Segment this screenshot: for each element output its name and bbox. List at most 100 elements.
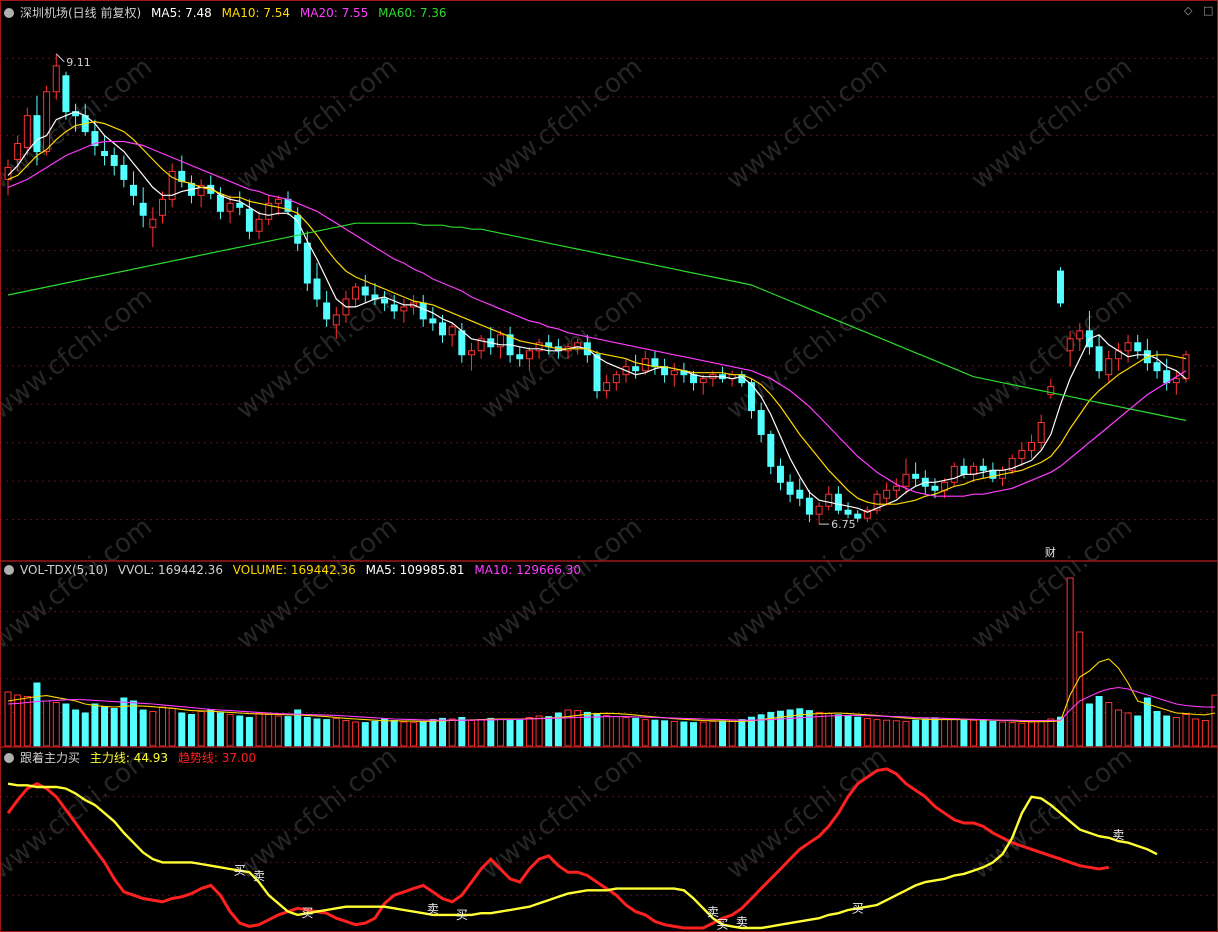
square-icon[interactable]: □ — [1203, 4, 1213, 17]
candle-body — [661, 366, 669, 376]
chart-canvas[interactable]: www.cfchi.com www.cfchi.com www.cfchi.com w… — [0, 0, 1218, 932]
watermark-text: www.cfchi.com — [476, 742, 648, 886]
candle-body — [1018, 449, 1026, 459]
indicator-header: 跟着主力买 主力线: 44.93 趋势线: 37.00 — [4, 749, 262, 766]
candle-body — [516, 354, 524, 360]
candle-body — [130, 184, 138, 196]
volume-bar — [342, 720, 350, 747]
volume-bar — [680, 721, 688, 747]
volume-bar — [216, 712, 224, 747]
volume-bar — [313, 718, 321, 747]
volume-title: VOL-TDX(5,10) — [20, 563, 109, 577]
indicator-line — [6, 767, 1110, 930]
ma60-label: MA60: 7.36 — [378, 6, 447, 20]
volume-bar — [1095, 696, 1103, 747]
volume-bar — [439, 717, 447, 747]
volume-bar — [525, 717, 533, 747]
volume-bar — [487, 717, 495, 747]
volume-bar — [130, 700, 138, 747]
candle-body — [332, 314, 340, 326]
volume-bar — [1066, 577, 1074, 747]
volume-bar — [767, 711, 775, 747]
candle-body — [101, 151, 109, 156]
candle-body — [699, 378, 707, 384]
candle-body — [381, 298, 389, 304]
volume-bar — [226, 714, 234, 747]
volume-bar — [1076, 631, 1084, 747]
candle-body — [979, 465, 987, 471]
candle-body — [796, 489, 804, 499]
volume-header: VOL-TDX(5,10) VVOL: 169442.36 VOLUME: 16… — [4, 563, 587, 577]
candle-body — [854, 513, 862, 519]
candle-body — [255, 218, 263, 232]
volume-bar — [545, 716, 553, 747]
volume-bar — [699, 721, 707, 747]
collapse-icon[interactable] — [4, 565, 14, 575]
candle-body — [429, 318, 437, 324]
buy-signal: 买 — [234, 864, 246, 878]
candle-body — [14, 143, 22, 160]
volume-bar — [429, 719, 437, 747]
candle-body — [603, 382, 611, 392]
volume-bar — [1153, 711, 1161, 747]
watermark-text: www.cfchi.com — [476, 282, 648, 426]
diamond-icon[interactable]: ◇ — [1184, 4, 1192, 17]
ma10-label: MA10: 7.54 — [221, 6, 291, 20]
candle-body — [931, 485, 939, 491]
volume-bar — [651, 719, 659, 747]
volume-bar — [670, 720, 678, 747]
volume-bar — [139, 709, 147, 747]
volume-bar — [284, 716, 292, 747]
volume-bar — [265, 714, 273, 747]
candle-body — [400, 306, 408, 312]
volume-bar — [448, 718, 456, 747]
volume-bar — [1028, 721, 1036, 747]
vol-ma10-label: MA10: 129666.30 — [474, 563, 581, 577]
volume-bar — [921, 718, 929, 747]
ma20-label: MA20: 7.55 — [299, 6, 369, 20]
candle-body — [23, 115, 31, 149]
volume-bar — [52, 702, 60, 747]
volume-bar — [902, 720, 910, 747]
candle-body — [690, 374, 698, 384]
candle-body — [1066, 338, 1074, 352]
sell-signal: 卖 — [736, 915, 748, 929]
main-force-label: 主力线: 44.93 — [89, 751, 169, 765]
candle-body — [1105, 358, 1113, 376]
volume-bar — [236, 715, 244, 747]
candle-body — [149, 218, 157, 228]
candle-body — [361, 286, 369, 296]
candle-body — [158, 198, 166, 216]
candle-body — [970, 465, 978, 475]
volume-bar — [120, 697, 128, 747]
volume-bar — [110, 708, 118, 747]
volume-bar — [1192, 718, 1200, 747]
candle-body — [612, 374, 620, 384]
volume-bar — [255, 712, 263, 747]
volume-bar — [72, 709, 80, 747]
candle-body — [352, 286, 360, 300]
candle-body — [323, 302, 331, 320]
candle-body — [834, 493, 842, 511]
ma5-label: MA5: 7.48 — [151, 6, 212, 20]
volume-bar — [863, 717, 871, 747]
candle-body — [815, 505, 823, 515]
sell-signal: 卖 — [427, 902, 439, 916]
candle-body — [52, 65, 60, 93]
collapse-icon[interactable] — [4, 753, 14, 763]
candle-body — [670, 370, 678, 376]
candle-body — [313, 278, 321, 300]
volume-bar — [931, 717, 939, 747]
candle-body — [786, 481, 794, 495]
candle-body — [33, 115, 41, 153]
collapse-icon[interactable] — [4, 8, 14, 18]
volume-bar — [805, 710, 813, 747]
volume-bar — [158, 706, 166, 747]
volume-bar — [661, 720, 669, 747]
volume-bar — [535, 715, 543, 747]
buy-signal: 买 — [301, 906, 313, 920]
candle-body — [1076, 330, 1084, 340]
candle-body — [574, 342, 582, 348]
candle-body — [1134, 342, 1142, 352]
volume-bar — [332, 717, 340, 747]
